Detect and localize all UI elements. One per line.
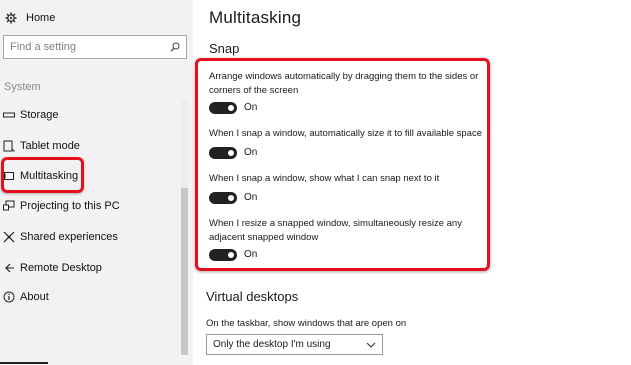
toggle-knob	[228, 149, 234, 156]
sidebar-item-label: Tablet mode	[20, 140, 80, 152]
toggle-knob	[228, 194, 234, 201]
chevron-down-icon	[366, 342, 376, 348]
snap-option-arrange: On	[209, 101, 257, 114]
toggle-switch-arrange[interactable]	[209, 101, 237, 114]
sidebar-item-label: Remote Desktop	[20, 262, 102, 274]
sidebar-item-storage[interactable]: Storage	[2, 105, 59, 125]
home-label: Home	[26, 12, 56, 24]
snap-option-show-next: On	[209, 191, 257, 204]
snap-option-fill: On	[209, 146, 257, 159]
shared-experiences-icon	[2, 231, 16, 243]
sidebar-item-about[interactable]: About	[2, 287, 49, 307]
home-link[interactable]: Home	[4, 9, 55, 27]
toggle-switch-resize[interactable]	[209, 248, 237, 261]
about-icon	[2, 291, 16, 303]
tablet-mode-icon	[2, 140, 16, 152]
snap-option-label-arrange: Arrange windows automatically by draggin…	[209, 71, 479, 96]
snap-heading: Snap	[209, 41, 240, 56]
search-box[interactable]	[3, 35, 187, 59]
projecting-icon	[2, 200, 16, 212]
taskbar-windows-dropdown[interactable]: Only the desktop I'm using	[206, 334, 383, 355]
snap-option-resize: On	[209, 248, 257, 261]
sidebar-item-label: Shared experiences	[20, 231, 118, 243]
page-title: Multitasking	[209, 8, 302, 27]
bottom-edge-line	[0, 362, 48, 364]
toggle-knob	[228, 104, 234, 111]
toggle-state: On	[244, 249, 258, 260]
sidebar-item-shared-experiences[interactable]: Shared experiences	[2, 227, 118, 247]
toggle-switch-fill[interactable]	[209, 146, 237, 159]
sidebar-item-remote-desktop[interactable]: Remote Desktop	[2, 258, 102, 278]
search-input[interactable]	[10, 41, 168, 53]
gear-icon	[4, 12, 18, 24]
toggle-knob	[228, 251, 234, 258]
section-label-system: System	[4, 81, 41, 93]
toggle-state: On	[244, 192, 258, 203]
snap-option-label-resize: When I resize a snapped window, simultan…	[209, 218, 462, 243]
sidebar-item-label: Projecting to this PC	[20, 200, 120, 212]
multitasking-highlight-box	[1, 157, 84, 193]
remote-desktop-icon	[2, 262, 16, 274]
storage-icon	[2, 111, 16, 119]
search-icon[interactable]	[170, 42, 180, 52]
toggle-state: On	[244, 102, 258, 113]
sidebar-item-label: Storage	[20, 109, 59, 121]
dropdown-value: Only the desktop I'm using	[213, 339, 331, 350]
sidebar-item-tablet-mode[interactable]: Tablet mode	[2, 136, 80, 156]
sidebar-item-label: About	[20, 291, 49, 303]
snap-option-label-fill: When I snap a window, automatically size…	[209, 128, 482, 139]
toggle-state: On	[244, 147, 258, 158]
sidebar-scrollbar-thumb[interactable]	[181, 188, 188, 355]
toggle-switch-show-next[interactable]	[209, 191, 237, 204]
sidebar-item-projecting[interactable]: Projecting to this PC	[2, 196, 120, 216]
virtual-desktops-heading: Virtual desktops	[206, 289, 299, 304]
taskbar-windows-label: On the taskbar, show windows that are op…	[206, 318, 407, 329]
snap-option-label-show-next: When I snap a window, show what I can sn…	[209, 173, 440, 184]
